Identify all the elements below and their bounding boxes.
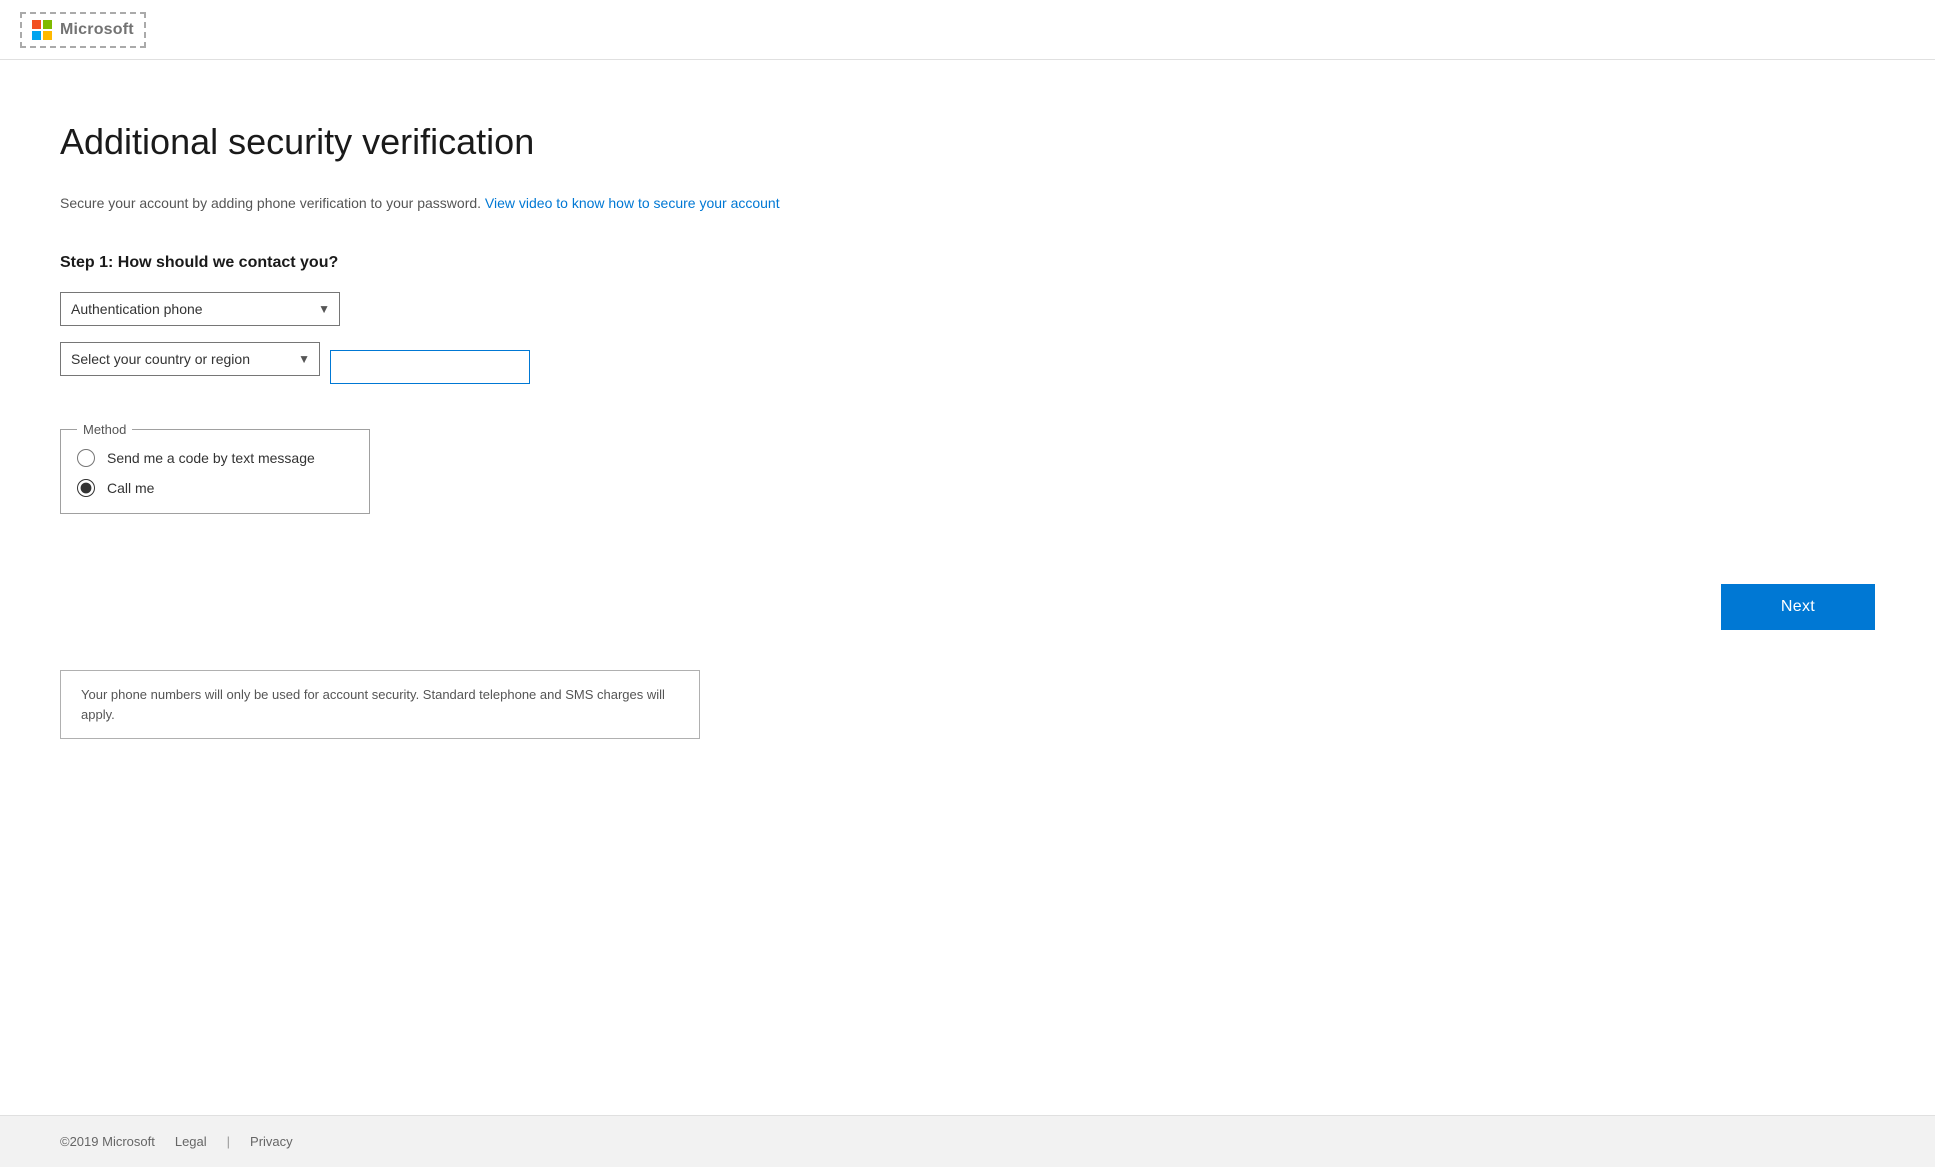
legal-link[interactable]: Legal [175, 1134, 207, 1149]
auth-phone-select-wrapper: Authentication phone ▼ [60, 292, 340, 326]
phone-number-input[interactable] [330, 350, 530, 384]
call-option[interactable]: Call me [77, 479, 349, 497]
country-phone-row: Select your country or region ▼ [60, 342, 900, 392]
method-legend: Method [77, 422, 132, 437]
method-fieldset: Method Send me a code by text message Ca… [60, 422, 370, 514]
main-content: Additional security verification Secure … [0, 60, 1935, 739]
country-select[interactable]: Select your country or region [60, 342, 320, 376]
copyright-text: ©2019 Microsoft [60, 1134, 155, 1149]
footer-divider: | [227, 1134, 230, 1149]
header: Microsoft [0, 0, 1935, 60]
subtitle-row: Secure your account by adding phone veri… [60, 193, 900, 214]
step-heading: Step 1: How should we contact you? [60, 254, 900, 272]
call-radio[interactable] [77, 479, 95, 497]
disclaimer-text: Your phone numbers will only be used for… [81, 687, 665, 722]
disclaimer-box: Your phone numbers will only be used for… [60, 670, 700, 739]
country-select-wrapper: Select your country or region ▼ [60, 342, 320, 376]
footer: ©2019 Microsoft Legal | Privacy [0, 1115, 1935, 1167]
next-button[interactable]: Next [1721, 584, 1875, 630]
next-button-row: Next [0, 584, 1935, 630]
call-label: Call me [107, 480, 154, 496]
sms-radio[interactable] [77, 449, 95, 467]
microsoft-logo[interactable]: Microsoft [20, 12, 146, 48]
microsoft-logo-text: Microsoft [60, 21, 134, 39]
page-title: Additional security verification [60, 120, 900, 163]
sms-option[interactable]: Send me a code by text message [77, 449, 349, 467]
video-link[interactable]: View video to know how to secure your ac… [485, 195, 780, 211]
ms-logo-grid [32, 20, 52, 40]
privacy-link[interactable]: Privacy [250, 1134, 293, 1149]
auth-phone-select[interactable]: Authentication phone [60, 292, 340, 326]
subtitle-static-text: Secure your account by adding phone veri… [60, 195, 481, 211]
sms-label: Send me a code by text message [107, 450, 315, 466]
